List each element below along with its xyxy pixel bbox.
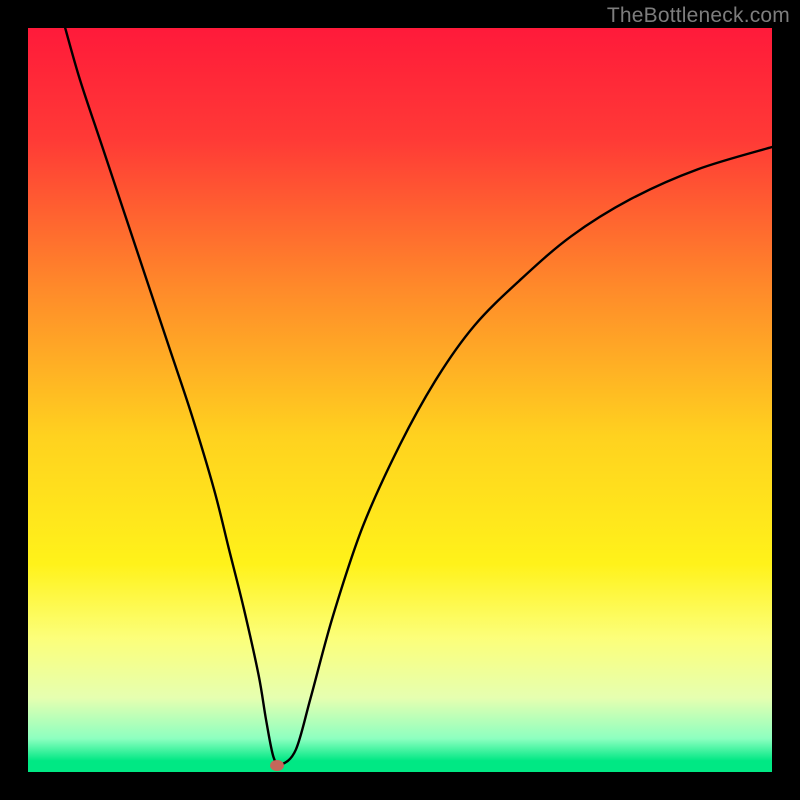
bottleneck-curve-svg (28, 28, 772, 772)
chart-frame: TheBottleneck.com (0, 0, 800, 800)
optimal-point-marker (270, 760, 284, 771)
watermark-text: TheBottleneck.com (607, 4, 790, 28)
bottleneck-curve (65, 28, 772, 765)
plot-area (28, 28, 772, 772)
